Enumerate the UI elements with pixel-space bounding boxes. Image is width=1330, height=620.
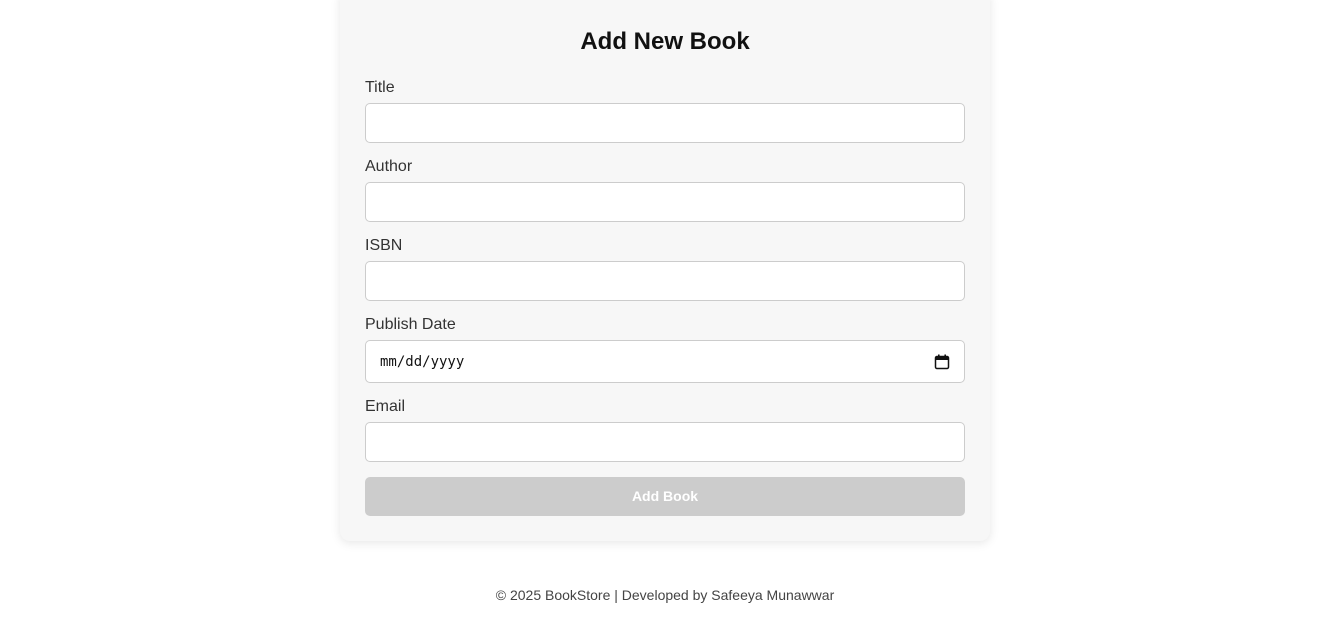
title-label: Title [365, 79, 395, 96]
email-input[interactable] [365, 422, 965, 462]
add-book-button[interactable]: Add Book [365, 477, 965, 516]
add-book-form-card: Add New Book Title Author ISBN Publish D… [340, 0, 990, 541]
form-title: Add New Book [580, 28, 750, 55]
author-label: Author [365, 158, 413, 175]
isbn-label: ISBN [365, 237, 403, 254]
publish-date-input[interactable]: mm/dd/yyyy [365, 340, 965, 383]
author-input[interactable] [365, 182, 965, 222]
email-label: Email [365, 398, 406, 415]
publish-date-placeholder: mm/dd/yyyy [380, 353, 465, 370]
title-input[interactable] [365, 103, 965, 143]
footer-text: © 2025 BookStore | Developed by Safeeya … [495, 587, 835, 603]
isbn-input[interactable] [365, 261, 965, 301]
calendar-icon[interactable] [934, 354, 950, 370]
publish-date-label: Publish Date [365, 316, 456, 333]
